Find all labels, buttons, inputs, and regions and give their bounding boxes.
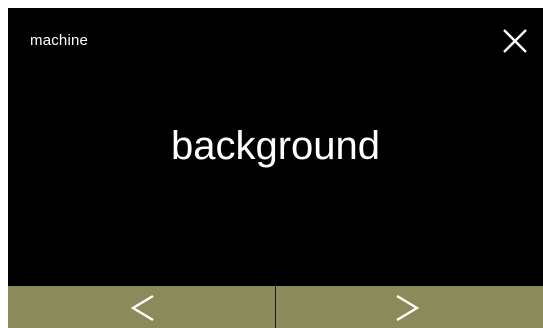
chevron-right-icon: [396, 294, 420, 322]
main-label: background: [170, 124, 381, 168]
close-icon: [503, 29, 527, 53]
header-title: machine: [30, 32, 89, 49]
previous-button[interactable]: [8, 286, 275, 328]
chevron-left-icon: [130, 294, 154, 322]
close-button[interactable]: [501, 27, 529, 55]
nav-bar: [8, 286, 543, 328]
machine-screen: machine background: [8, 8, 543, 328]
header: machine: [8, 8, 543, 72]
next-button[interactable]: [276, 286, 543, 328]
